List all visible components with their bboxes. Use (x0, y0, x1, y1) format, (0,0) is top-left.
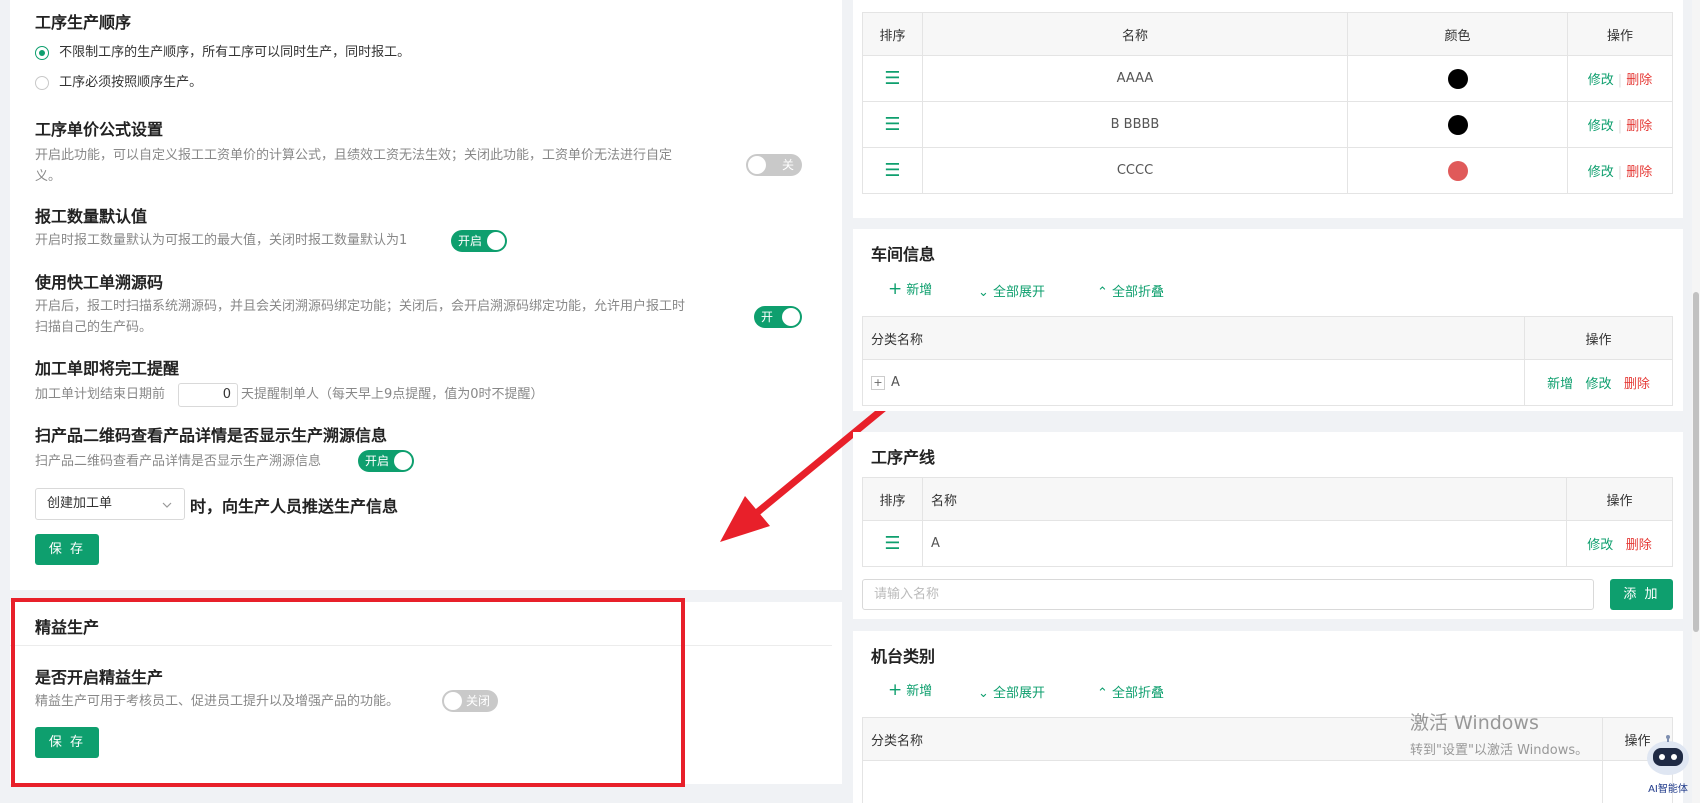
col-name: 名称 (922, 12, 1348, 56)
row-name: B BBBB (922, 101, 1348, 148)
watermark-line2: 转到"设置"以激活 Windows。 (1410, 743, 1589, 758)
add-process-line-button[interactable]: 添 加 (1610, 579, 1673, 610)
col-category-name: 分类名称 (862, 316, 1525, 360)
edit-link[interactable]: 修改 (1587, 538, 1613, 553)
col-actions: 操作 (1566, 477, 1673, 521)
col-sort: 排序 (862, 12, 923, 56)
table-row: ☰ CCCC 修改 | 删除 (862, 147, 1673, 194)
chevron-down-icon: ⌄ (978, 686, 994, 701)
ai-assistant-label: AI智能体 (1648, 784, 1688, 795)
drag-handle-icon[interactable]: ☰ (884, 160, 900, 181)
color-table: 排序 名称 颜色 操作 ☰ AAAA 修改 | 删除 ☰ B BBBB 修改 | 删除 … (862, 12, 1673, 194)
col-name: 名称 (922, 477, 1567, 521)
expand-label: 全部展开 (993, 285, 1046, 300)
workshop-expand-button[interactable]: ⌄ 全部展开 (978, 281, 1045, 300)
process-line-name-input[interactable]: 请输入名称 (862, 579, 1594, 610)
drag-handle-icon[interactable]: ☰ (884, 533, 900, 554)
machine-expand-button[interactable]: ⌄ 全部展开 (978, 682, 1045, 701)
drag-handle-icon[interactable]: ☰ (884, 68, 900, 89)
input-placeholder: 请输入名称 (874, 587, 940, 602)
chevron-up-icon: ⌃ (1097, 686, 1113, 701)
table-header-row: 排序 名称 操作 (862, 477, 1673, 521)
delete-link[interactable]: 删除 (1626, 73, 1652, 88)
edit-link[interactable]: 修改 (1585, 377, 1611, 392)
row-name: CCCC (922, 147, 1348, 194)
edit-link[interactable]: 修改 (1588, 119, 1614, 134)
edit-link[interactable]: 修改 (1588, 165, 1614, 180)
machine-add-button[interactable]: + 新增 (888, 680, 932, 700)
plus-icon: + (888, 680, 903, 700)
color-swatch (1447, 160, 1468, 181)
add-label: 新增 (906, 684, 933, 699)
table-row: ☰ A 修改 删除 (862, 520, 1673, 567)
edit-link[interactable]: 修改 (1588, 73, 1614, 88)
collapse-label: 全部折叠 (1112, 285, 1165, 300)
drag-handle-icon[interactable]: ☰ (884, 114, 900, 135)
col-sort: 排序 (862, 477, 923, 521)
chevron-down-icon: ⌄ (978, 285, 994, 300)
collapse-label: 全部折叠 (1112, 686, 1165, 701)
delete-link[interactable]: 删除 (1626, 119, 1652, 134)
ai-assistant-button[interactable]: AI智能体 (1642, 734, 1694, 800)
col-actions: 操作 (1524, 316, 1673, 360)
expand-label: 全部展开 (993, 686, 1046, 701)
chevron-up-icon: ⌃ (1097, 285, 1113, 300)
watermark-line1: 激活 Windows (1410, 712, 1539, 734)
col-color: 颜色 (1347, 12, 1568, 56)
table-row: + A 新增 修改 删除 (862, 359, 1673, 406)
workshop-title: 车间信息 (871, 245, 936, 264)
plus-icon: + (888, 279, 903, 299)
table-header-row: 排序 名称 颜色 操作 (862, 12, 1673, 56)
delete-link[interactable]: 删除 (1626, 165, 1652, 180)
activation-watermark: 激活 Windows 转到"设置"以激活 Windows。 (1410, 708, 1588, 758)
table-row: ☰ AAAA 修改 | 删除 (862, 55, 1673, 102)
scrollbar-thumb[interactable] (1693, 292, 1699, 632)
process-line-title: 工序产线 (871, 448, 936, 467)
delete-link[interactable]: 删除 (1624, 377, 1650, 392)
row-name: A (891, 375, 900, 390)
machine-title: 机台类别 (871, 647, 936, 666)
workshop-add-button[interactable]: + 新增 (888, 279, 932, 299)
row-name: A (922, 520, 1567, 567)
expand-row-icon[interactable]: + (871, 376, 885, 390)
col-actions: 操作 (1567, 12, 1673, 56)
color-swatch (1447, 114, 1468, 135)
table-header-row: 分类名称 操作 (862, 316, 1673, 360)
table-row (862, 760, 1673, 803)
color-swatch (1447, 68, 1468, 89)
process-line-table: 排序 名称 操作 ☰ A 修改 删除 (862, 477, 1673, 567)
add-label: 新增 (906, 283, 933, 298)
row-name: AAAA (922, 55, 1348, 102)
machine-collapse-button[interactable]: ⌃ 全部折叠 (1097, 682, 1164, 701)
robot-icon (1647, 735, 1689, 775)
table-row: ☰ B BBBB 修改 | 删除 (862, 101, 1673, 148)
workshop-table: 分类名称 操作 + A 新增 修改 删除 (862, 316, 1673, 406)
delete-link[interactable]: 删除 (1626, 538, 1652, 553)
workshop-collapse-button[interactable]: ⌃ 全部折叠 (1097, 281, 1164, 300)
row-add-link[interactable]: 新增 (1547, 377, 1573, 392)
